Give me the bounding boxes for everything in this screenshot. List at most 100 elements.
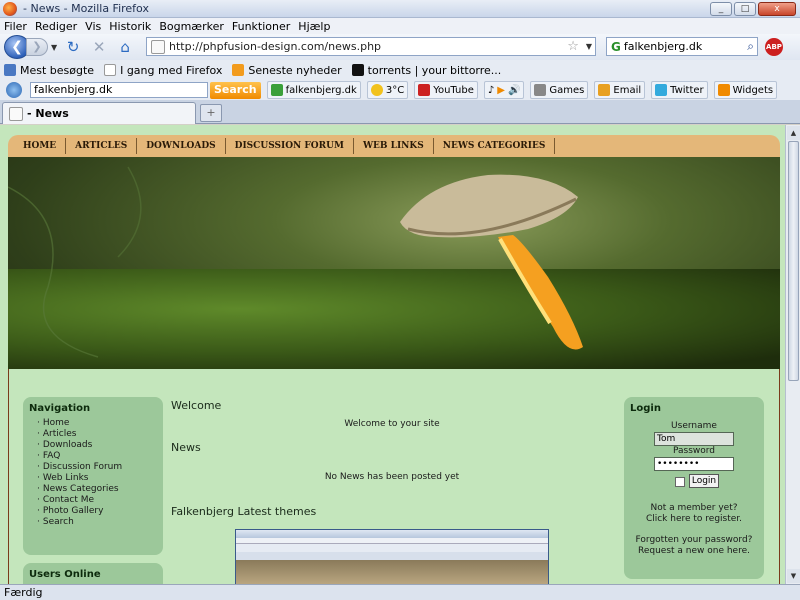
site-nav-news-categories[interactable]: NEWS CATEGORIES <box>434 138 556 154</box>
toolbar-search-button[interactable]: Search <box>210 81 261 99</box>
google-icon[interactable]: G <box>611 40 621 54</box>
toolbar-media-player[interactable]: ♪ ▶ 🔊 <box>483 81 525 99</box>
login-title: Login <box>630 403 661 414</box>
request-password-link[interactable]: Request a new one here. <box>634 546 754 556</box>
mushroom-illustration <box>8 166 583 358</box>
toolbar-item-label: Games <box>549 84 585 96</box>
tab-news[interactable]: - News <box>2 102 196 124</box>
toolbar-youtube[interactable]: YouTube <box>414 81 478 99</box>
home-icon[interactable]: ⌂ <box>115 37 135 57</box>
nav-link-weblinks[interactable]: Web Links <box>37 473 163 484</box>
site-nav-home[interactable]: HOME <box>14 138 67 154</box>
latest-theme-thumbnail[interactable] <box>235 529 549 584</box>
weather-sun-icon <box>370 84 383 96</box>
url-bar[interactable]: http://phpfusion-design.com/news.php ☆ ▼ <box>146 37 596 56</box>
username-input[interactable]: Tom <box>654 432 734 446</box>
scroll-down-icon[interactable]: ▼ <box>787 569 800 583</box>
toolbar-weather[interactable]: 3°C <box>366 81 409 99</box>
not-member-text: Not a member yet? <box>650 503 738 513</box>
bookmark-seneste-nyheder[interactable]: Seneste nyheder <box>232 63 342 77</box>
nav-link-faq[interactable]: FAQ <box>37 451 163 462</box>
site-container: HOME ARTICLES DOWNLOADS DISCUSSION FORUM… <box>8 135 780 584</box>
toolbar-item-label: Widgets <box>732 84 774 96</box>
tab-bar: - News + <box>0 100 800 124</box>
adblock-plus-icon[interactable]: ABP <box>765 38 783 56</box>
bookmark-label: torrents | your bittorre... <box>367 63 502 77</box>
toolbar-email[interactable]: Email <box>594 81 646 99</box>
toolbar-widgets[interactable]: Widgets <box>713 81 778 99</box>
close-button[interactable]: x <box>758 2 796 16</box>
search-icon[interactable]: ⌕ <box>747 39 754 54</box>
nav-link-contact[interactable]: Contact Me <box>37 495 163 506</box>
login-button[interactable]: Login <box>689 474 719 488</box>
new-tab-button[interactable]: + <box>200 104 222 122</box>
mushroom-banner-image <box>8 157 780 369</box>
email-icon <box>598 84 611 96</box>
play-icon[interactable]: ▶ <box>497 85 505 96</box>
globe-icon[interactable] <box>6 82 22 98</box>
history-dropdown-icon[interactable]: ▼ <box>51 43 57 52</box>
bookmark-star-icon[interactable]: ☆ <box>567 39 579 54</box>
status-bar: Færdig <box>0 584 800 600</box>
menu-historik[interactable]: Historik <box>109 20 151 33</box>
volume-icon[interactable]: 🔊 <box>508 85 520 96</box>
reload-icon[interactable]: ↻ <box>63 37 83 57</box>
nav-link-home[interactable]: Home <box>37 418 163 429</box>
scroll-thumb[interactable] <box>788 141 799 381</box>
toolbar-item-label: 3°C <box>385 84 405 96</box>
search-bar[interactable]: G falkenbjerg.dk ⌕ <box>606 37 758 56</box>
url-text[interactable]: http://phpfusion-design.com/news.php <box>169 40 567 53</box>
register-link[interactable]: Click here to register. <box>634 514 754 524</box>
maximize-button[interactable]: □ <box>734 2 756 16</box>
bookmark-label: Seneste nyheder <box>248 63 342 77</box>
menu-bar: Filer Rediger Vis Historik Bogmærker Fun… <box>0 18 800 34</box>
page-icon <box>104 64 117 76</box>
menu-rediger[interactable]: Rediger <box>35 20 77 33</box>
remember-me-checkbox[interactable] <box>675 477 685 487</box>
window-title: - News - Mozilla Firefox <box>23 2 149 15</box>
bookmark-i-gang[interactable]: I gang med Firefox <box>104 64 222 77</box>
toolbar-twitter[interactable]: Twitter <box>651 81 708 99</box>
menu-bogmaerker[interactable]: Bogmærker <box>159 20 224 33</box>
bookmarks-toolbar: Mest besøgte I gang med Firefox Seneste … <box>0 60 800 80</box>
torrent-site-icon <box>351 64 364 76</box>
minimize-button[interactable]: _ <box>710 2 732 16</box>
nav-link-news-categories[interactable]: News Categories <box>37 484 163 495</box>
forward-button[interactable]: ❯ <box>26 38 48 56</box>
toolbar-search-input[interactable]: falkenbjerg.dk <box>30 82 208 98</box>
password-label: Password <box>672 446 716 456</box>
forgot-password-text: Forgotten your password? <box>635 535 753 545</box>
toolbar-item-label: Email <box>613 84 642 96</box>
password-input[interactable]: •••••••• <box>654 457 734 471</box>
widgets-icon <box>717 84 730 96</box>
youtube-icon <box>418 84 431 96</box>
twitter-icon <box>655 84 668 96</box>
toolbar-falkenbjerg[interactable]: falkenbjerg.dk <box>266 81 361 99</box>
toolbar-games[interactable]: Games <box>530 81 589 99</box>
nav-link-articles[interactable]: Articles <box>37 429 163 440</box>
bookmark-torrents[interactable]: torrents | your bittorre... <box>351 63 502 77</box>
menu-filer[interactable]: Filer <box>4 20 27 33</box>
nav-link-forum[interactable]: Discussion Forum <box>37 462 163 473</box>
site-nav-downloads[interactable]: DOWNLOADS <box>137 138 226 154</box>
menu-hjaelp[interactable]: Hjælp <box>298 20 330 33</box>
bookmark-mest-besogte[interactable]: Mest besøgte <box>4 64 94 77</box>
site-nav-forum[interactable]: DISCUSSION FORUM <box>226 138 354 154</box>
menu-funktioner[interactable]: Funktioner <box>232 20 290 33</box>
nav-link-downloads[interactable]: Downloads <box>37 440 163 451</box>
url-dropdown-icon[interactable]: ▼ <box>586 42 592 51</box>
navigation-title: Navigation <box>29 403 91 414</box>
nav-link-photo-gallery[interactable]: Photo Gallery <box>37 506 163 517</box>
site-nav: HOME ARTICLES DOWNLOADS DISCUSSION FORUM… <box>8 135 780 157</box>
firefox-logo-icon <box>3 1 17 16</box>
menu-vis[interactable]: Vis <box>85 20 101 33</box>
search-input[interactable]: falkenbjerg.dk <box>624 40 747 53</box>
window-titlebar: - News - Mozilla Firefox _ □ x <box>0 0 800 18</box>
site-nav-weblinks[interactable]: WEB LINKS <box>354 138 434 154</box>
site-nav-articles[interactable]: ARTICLES <box>66 138 138 154</box>
stop-icon[interactable]: ✕ <box>89 37 109 57</box>
scroll-up-icon[interactable]: ▲ <box>787 126 800 140</box>
news-title: News <box>171 441 201 454</box>
vertical-scrollbar[interactable]: ▲ ▼ <box>785 125 800 584</box>
nav-link-search[interactable]: Search <box>37 517 163 528</box>
